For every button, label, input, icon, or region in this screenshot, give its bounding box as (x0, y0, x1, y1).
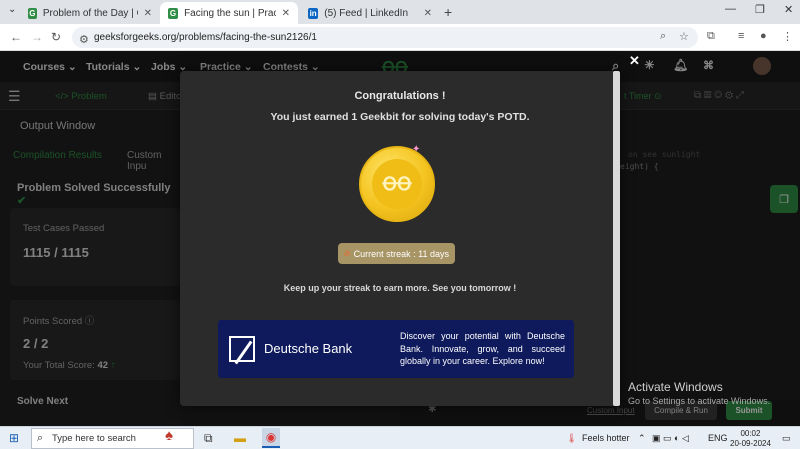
potd-congrats-modal: Congratulations ! You just earned 1 Geek… (180, 71, 620, 406)
tab-title: Problem of the Day | GeeksforG (42, 7, 138, 19)
new-tab-button[interactable]: + (444, 4, 452, 20)
forward-icon[interactable]: → (31, 30, 43, 44)
extensions-icon[interactable]: ⧉ (707, 30, 715, 43)
reload-icon[interactable]: ↻ (51, 30, 61, 44)
profile-icon[interactable]: ● (760, 30, 767, 42)
notifications-icon[interactable]: ▭ (782, 433, 791, 444)
restore-icon[interactable]: ❐ (755, 3, 765, 16)
gfg-favicon-icon: G (28, 7, 37, 19)
site-info-icon[interactable]: ⚙ (79, 33, 89, 46)
windows-taskbar: ⊞ ⌕ Type here to search ♠ ⧉ ▬ ◉ 🌡︎ Feels… (0, 426, 800, 449)
modal-subtitle: You just earned 1 Geekbit for solving to… (270, 111, 530, 123)
close-tab-icon[interactable]: ✕ (144, 8, 152, 19)
minimize-icon[interactable]: — (725, 3, 736, 15)
close-tab-icon[interactable]: ✕ (424, 8, 432, 19)
streak-badge: 🔥︎ Current streak : 11 days (338, 243, 455, 264)
back-icon[interactable]: ← (10, 30, 22, 44)
search-icon: ⌕ (37, 432, 44, 444)
ad-brand: Deutsche Bank (264, 341, 353, 356)
activate-windows-watermark: Activate Windows Go to Settings to activ… (628, 380, 771, 406)
tab-potd[interactable]: G Problem of the Day | GeeksforG ✕ (20, 2, 160, 24)
streak-message: Keep up your streak to earn more. See yo… (283, 283, 517, 293)
tab-linkedin[interactable]: in (5) Feed | LinkedIn ✕ (300, 2, 440, 24)
ad-copy: Discover your potential with Deutsche Ba… (400, 331, 565, 366)
zoom-icon[interactable]: ⌕ (660, 30, 666, 43)
tab-title: (5) Feed | LinkedIn (324, 7, 409, 19)
fire-icon: 🔥︎ (344, 248, 351, 258)
chrome-icon[interactable]: ◉ (262, 428, 280, 448)
windows-start-icon[interactable]: ⊞ (9, 431, 19, 445)
gfg-favicon-icon: G (168, 7, 179, 19)
tab-search-icon[interactable]: ⌄ (8, 4, 16, 15)
browser-toolbar: ← → ↻ ⚙ geeksforgeeks.org/problems/facin… (0, 24, 800, 51)
language-indicator[interactable]: ENG (708, 433, 728, 443)
close-window-icon[interactable]: ✕ (784, 3, 793, 16)
url-text: geeksforgeeks.org/problems/facing-the-su… (94, 32, 317, 43)
tab-title: Facing the sun | Practice | Geek (184, 7, 276, 19)
weather-icon[interactable]: 🌡︎ (566, 433, 577, 444)
close-tab-icon[interactable]: ✕ (282, 8, 290, 19)
task-view-icon[interactable]: ⧉ (204, 431, 213, 446)
linkedin-favicon-icon: in (308, 7, 319, 19)
sparkle-icon: ✦ (412, 144, 421, 155)
parrot-highlight-icon[interactable]: ♠ (165, 427, 173, 444)
address-bar[interactable]: ⚙ geeksforgeeks.org/problems/facing-the-… (72, 27, 698, 48)
bookmark-star-icon[interactable]: ☆ (679, 30, 689, 43)
close-icon[interactable]: ✕ (629, 53, 640, 69)
menu-kebab-icon[interactable]: ⋮ (782, 30, 793, 43)
modal-title: Congratulations ! (354, 90, 446, 102)
media-control-icon[interactable]: ≡ (738, 30, 744, 42)
tray-icons[interactable]: ▣ ▭ ◐ ◁ (652, 433, 689, 444)
deutsche-bank-logo-icon (229, 336, 255, 365)
clock[interactable]: 00:02 20-09-2024 (730, 429, 771, 449)
tab-facing-the-sun[interactable]: G Facing the sun | Practice | Geek ✕ (160, 2, 298, 24)
geekbit-coin-icon: ꝊꝊ (359, 146, 435, 222)
weather-text[interactable]: Feels hotter (582, 433, 630, 443)
deutsche-bank-ad[interactable]: Deutsche Bank Discover your potential wi… (218, 320, 574, 378)
browser-tabstrip: ⌄ G Problem of the Day | GeeksforG ✕ G F… (0, 0, 800, 24)
file-explorer-icon[interactable]: ▬ (234, 431, 246, 445)
modal-scrollbar[interactable] (613, 71, 620, 406)
tray-overflow-icon[interactable]: ⌃ (638, 433, 646, 444)
